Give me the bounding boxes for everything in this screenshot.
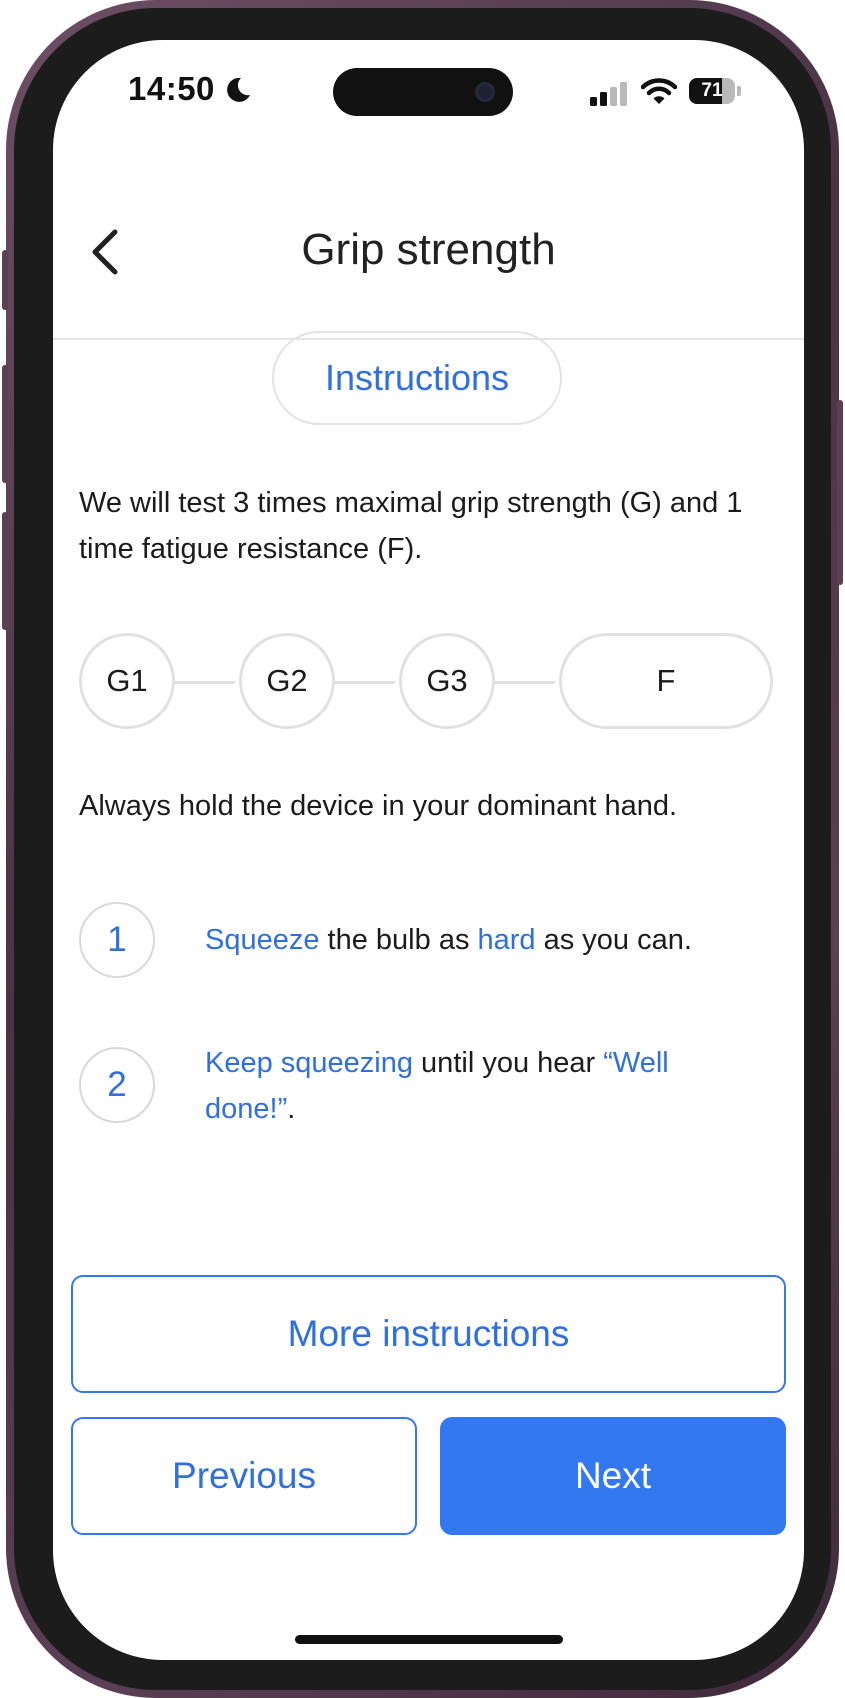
step-g2: G2 [239,633,335,729]
instruction-text: Squeeze the bulb as hard as you can. [205,917,765,963]
nav-header: Grip strength [53,180,804,340]
instructions-tab[interactable]: Instructions [272,331,562,425]
action-button [2,250,8,310]
power-button [837,400,843,585]
step-f: F [559,633,773,729]
instruction-plain: . [287,1093,296,1125]
status-time: 14:50 [128,70,215,107]
camera-icon [475,82,495,102]
instruction-number: 2 [79,1047,155,1123]
wifi-icon [641,78,677,104]
signal-icon [590,82,627,106]
step-connector [169,681,235,684]
instruction-plain: the bulb as [319,924,478,956]
previous-button[interactable]: Previous [71,1417,417,1535]
instruction-highlight: hard [477,924,536,956]
dynamic-island [333,68,513,116]
screen: 14:50 71 Grip strength Instructions We w… [53,40,804,1660]
step-tracker: G1 G2 G3 F [79,633,779,733]
instruction-highlight: Keep squeezing [205,1047,413,1079]
step-connector [329,681,395,684]
more-instructions-button[interactable]: More instructions [71,1275,786,1393]
instruction-plain: as you can. [535,924,692,956]
phone-frame: 14:50 71 Grip strength Instructions We w… [2,0,843,1698]
volume-down-button [2,512,8,630]
battery-icon: 71 [689,78,741,104]
volume-up-button [2,365,8,483]
step-connector [489,681,555,684]
home-indicator[interactable] [295,1635,563,1644]
page-title: Grip strength [301,225,556,274]
instruction-plain: until you hear [413,1047,604,1079]
instruction-number: 1 [79,902,155,978]
instruction-highlight: Squeeze [205,924,320,956]
moon-icon [227,77,250,102]
intro-text: We will test 3 times maximal grip streng… [79,487,743,565]
next-button[interactable]: Next [440,1417,786,1535]
battery-level: 71 [701,80,723,101]
step-g1: G1 [79,633,175,729]
step-g3: G3 [399,633,495,729]
dominant-hand-text: Always hold the device in your dominant … [79,790,678,822]
instruction-text: Keep squeezing until you hear “Well done… [205,1040,765,1132]
